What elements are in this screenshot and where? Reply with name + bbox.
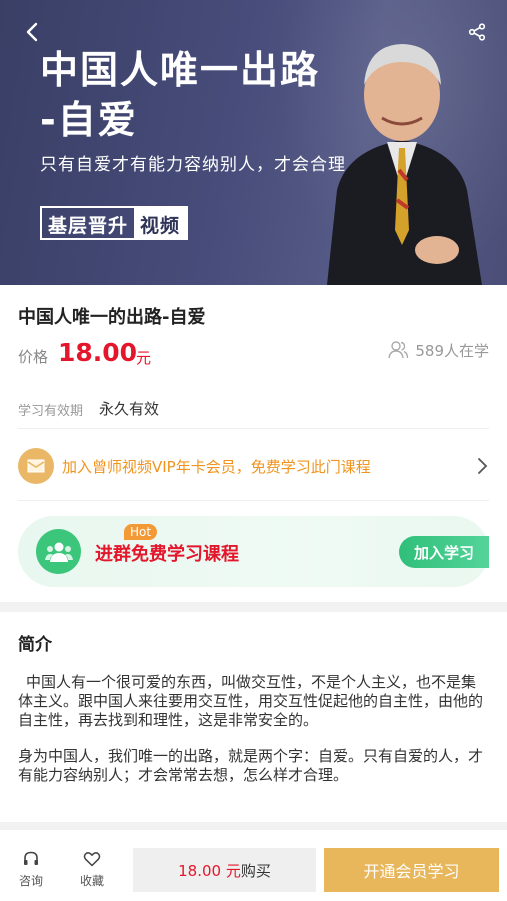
buy-button[interactable]: 18.00 元 购买 [133,848,316,892]
chevron-right-icon [478,458,488,474]
hot-badge: Hot [124,524,158,540]
cover-tag-category: 基层晋升 [48,215,129,237]
consult-button[interactable]: 咨询 [11,850,51,889]
buy-price: 18.00 元 [178,861,241,880]
share-icon [468,23,486,41]
section-separator [0,602,507,612]
headset-icon [24,851,38,865]
open-vip-button[interactable]: 开通会员学习 [324,848,499,892]
cover-subtitle: 只有自爱才有能力容纳别人，才会合理 [40,155,346,175]
validity-label: 学习有效期 [18,404,84,419]
share-button[interactable] [463,18,491,46]
intro-heading: 简介 [18,635,52,655]
validity-value: 永久有效 [99,400,160,418]
section-separator [0,822,507,830]
vip-promo-text: 加入曾师视频VIP年卡会员，免费学习此门课程 [62,457,371,476]
people-icon [388,341,409,359]
course-cover-banner: 中国人唯一出路 -自爱 只有自爱才有能力容纳别人，才会合理 基层晋升 视频 [0,0,507,285]
course-title: 中国人唯一的出路-自爱 [18,307,206,328]
group-icon [36,529,81,574]
heart-icon [83,852,101,867]
cover-title-line2: -自爱 [40,98,138,142]
join-study-button[interactable]: 加入学习 [399,536,489,568]
favorite-label: 收藏 [79,874,104,888]
divider [18,428,489,429]
buy-label: 购买 [240,861,271,880]
intro-paragraph-2: 身为中国人，我们唯一的出路，就是两个字：自爱。只有自爱的人，才有能力容纳别人；才… [18,747,484,784]
divider [18,500,489,501]
join-group-text: 进群免费学习课程 [95,544,239,565]
cover-title-line1: 中国人唯一出路 [40,48,321,92]
intro-paragraph-1: 中国人有一个很可爱的东西，叫做交互性，不是个人主义，也不是集体主义。跟中国人来往… [18,673,484,729]
back-arrow-icon [26,22,38,42]
learner-count-text: 589人在学 [415,341,489,360]
price-unit: 元 [136,349,152,367]
vip-promo-row[interactable]: 加入曾师视频VIP年卡会员，免费学习此门课程 [18,446,489,486]
consult-label: 咨询 [18,874,43,888]
favorite-button[interactable]: 收藏 [72,850,112,889]
learner-count: 589人在学 [387,339,489,361]
cover-category-tag: 基层晋升 视频 [40,206,189,240]
cover-tag-type: 视频 [134,208,187,238]
vip-badge-icon [18,448,54,484]
join-group-banner[interactable]: Hot 进群免费学习课程 加入学习 [18,516,489,587]
bottom-action-bar: 咨询 收藏 18.00 元 购买 开通会员学习 [0,830,507,901]
price-value: 18.00 [58,338,138,367]
back-button[interactable] [18,18,46,46]
price-label: 价格 [18,348,49,366]
